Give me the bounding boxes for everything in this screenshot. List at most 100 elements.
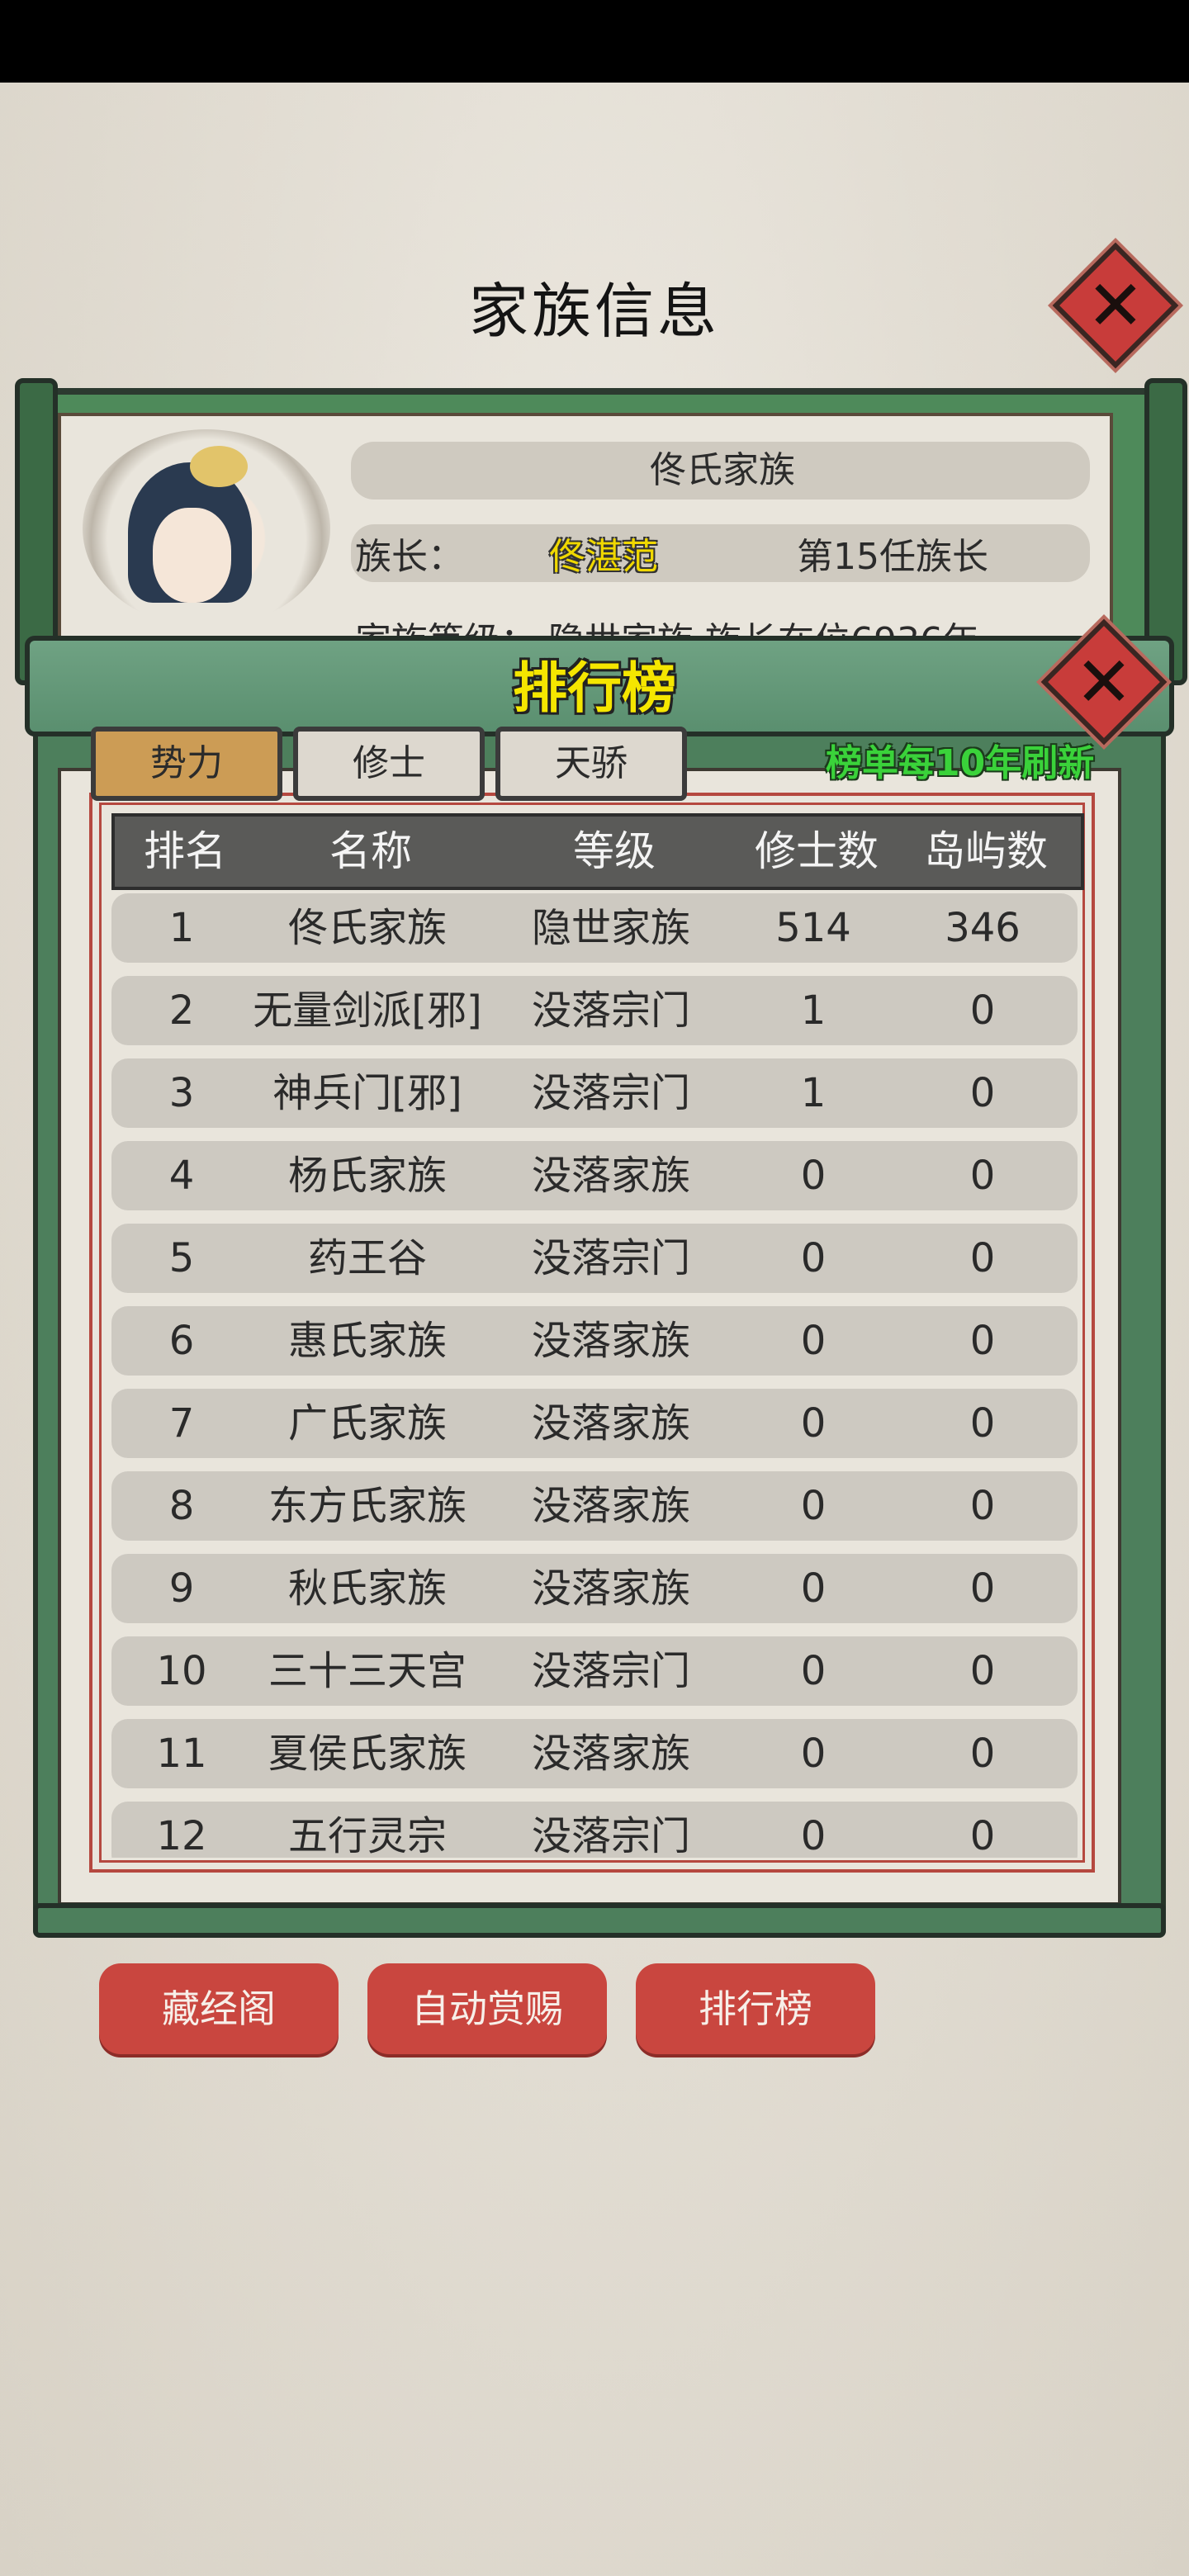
table-row[interactable]: 1 佟氏家族 隐世家族 514 346 xyxy=(111,893,1078,963)
cell-cultivators: 0 xyxy=(800,1648,827,1694)
cell-islands: 0 xyxy=(969,1153,996,1199)
cell-level: 没落家族 xyxy=(531,1318,690,1364)
cell-rank: 5 xyxy=(168,1235,195,1281)
cell-cultivators: 0 xyxy=(800,1813,827,1858)
cell-rank: 12 xyxy=(156,1813,207,1858)
table-row[interactable]: 4 杨氏家族 没落家族 0 0 xyxy=(111,1141,1078,1210)
table-row[interactable]: 5 药王谷 没落宗门 0 0 xyxy=(111,1224,1078,1293)
cell-cultivators: 0 xyxy=(800,1235,827,1281)
table-row[interactable]: 9 秋氏家族 没落家族 0 0 xyxy=(111,1554,1078,1623)
cell-cultivators: 0 xyxy=(800,1318,827,1364)
family-name: 佟氏家族 xyxy=(650,449,795,491)
leader-avatar xyxy=(83,429,330,627)
table-row[interactable]: 3 神兵门[邪] 没落宗门 1 0 xyxy=(111,1058,1078,1128)
avatar-face xyxy=(153,508,231,603)
cell-level: 没落家族 xyxy=(531,1153,690,1199)
column-header-cultivators: 修士数 xyxy=(755,827,879,875)
leader-rank: 第15任族长 xyxy=(797,536,988,578)
scroll-rod-bottom xyxy=(33,1903,1166,1938)
table-row[interactable]: 10 三十三天宫 没落宗门 0 0 xyxy=(111,1636,1078,1706)
table-row[interactable]: 2 无量剑派[邪] 没落宗门 1 0 xyxy=(111,976,1078,1045)
cell-rank: 4 xyxy=(168,1153,195,1199)
tab-prodigy[interactable]: 天骄 xyxy=(495,727,687,801)
cell-cultivators: 1 xyxy=(800,1070,827,1116)
cell-level: 没落宗门 xyxy=(531,1235,690,1281)
cell-islands: 0 xyxy=(969,1400,996,1447)
cell-name: 佟氏家族 xyxy=(287,905,447,951)
cell-name: 惠氏家族 xyxy=(287,1318,447,1364)
table-row[interactable]: 11 夏侯氏家族 没落家族 0 0 xyxy=(111,1719,1078,1788)
cell-cultivators: 0 xyxy=(800,1731,827,1777)
cell-name: 杨氏家族 xyxy=(287,1153,447,1199)
cell-islands: 346 xyxy=(945,905,1021,951)
cell-rank: 11 xyxy=(156,1731,207,1777)
cell-cultivators: 514 xyxy=(775,905,851,951)
ranking-button[interactable]: 排行榜 xyxy=(636,1963,875,2054)
close-icon: ✕ xyxy=(1086,265,1145,346)
leader-name: 佟湛范 xyxy=(549,536,658,578)
cell-level: 没落家族 xyxy=(531,1483,690,1529)
cell-rank: 9 xyxy=(168,1565,195,1612)
column-header-level: 等级 xyxy=(573,827,656,875)
cell-name: 广氏家族 xyxy=(287,1400,447,1447)
cell-cultivators: 1 xyxy=(800,987,827,1034)
cell-islands: 0 xyxy=(969,987,996,1034)
cell-cultivators: 0 xyxy=(800,1483,827,1529)
cell-name: 无量剑派[邪] xyxy=(253,987,482,1034)
cell-level: 没落家族 xyxy=(531,1565,690,1612)
table-row[interactable]: 8 东方氏家族 没落家族 0 0 xyxy=(111,1471,1078,1541)
cell-name: 药王谷 xyxy=(307,1235,427,1281)
cell-islands: 0 xyxy=(969,1565,996,1612)
page-title: 家族信息 xyxy=(468,277,720,346)
table-header: 排名 名称 等级 修士数 岛屿数 xyxy=(111,813,1084,890)
cell-islands: 0 xyxy=(969,1731,996,1777)
cell-rank: 3 xyxy=(168,1070,195,1116)
column-header-islands: 岛屿数 xyxy=(924,827,1048,875)
cell-islands: 0 xyxy=(969,1070,996,1116)
cell-rank: 1 xyxy=(168,905,195,951)
cell-rank: 2 xyxy=(168,987,195,1034)
cell-level: 隐世家族 xyxy=(531,905,690,951)
cell-rank: 8 xyxy=(168,1483,195,1529)
column-header-name: 名称 xyxy=(329,827,412,875)
cell-name: 东方氏家族 xyxy=(268,1483,467,1529)
ranking-list[interactable]: 1 佟氏家族 隐世家族 514 346 2 无量剑派[邪] 没落宗门 1 0 3… xyxy=(111,893,1078,1858)
cell-level: 没落家族 xyxy=(531,1731,690,1777)
table-row[interactable]: 7 广氏家族 没落家族 0 0 xyxy=(111,1389,1078,1458)
cell-rank: 7 xyxy=(168,1400,195,1447)
cell-cultivators: 0 xyxy=(800,1400,827,1447)
cell-name: 神兵门[邪] xyxy=(272,1070,462,1116)
table-row[interactable]: 12 五行灵宗 没落宗门 0 0 xyxy=(111,1802,1078,1858)
cell-level: 没落宗门 xyxy=(531,1648,690,1694)
column-header-rank: 排名 xyxy=(144,827,226,875)
cell-name: 五行灵宗 xyxy=(287,1813,447,1858)
cell-islands: 0 xyxy=(969,1813,996,1858)
table-row[interactable]: 6 惠氏家族 没落家族 0 0 xyxy=(111,1306,1078,1376)
cell-level: 没落家族 xyxy=(531,1400,690,1447)
cell-level: 没落宗门 xyxy=(531,1813,690,1858)
cell-islands: 0 xyxy=(969,1483,996,1529)
tab-cultivator[interactable]: 修士 xyxy=(293,727,485,801)
tab-power[interactable]: 势力 xyxy=(91,727,282,801)
cell-islands: 0 xyxy=(969,1648,996,1694)
cell-cultivators: 0 xyxy=(800,1565,827,1612)
family-close-button[interactable]: ✕ xyxy=(1052,242,1179,369)
cell-level: 没落宗门 xyxy=(531,1070,690,1116)
scripture-pavilion-button[interactable]: 藏经阁 xyxy=(99,1963,339,2054)
cell-rank: 10 xyxy=(156,1648,207,1694)
auto-reward-button[interactable]: 自动赏赐 xyxy=(367,1963,607,2054)
ranking-title: 排行榜 xyxy=(513,656,676,720)
refresh-note: 榜单每10年刷新 xyxy=(826,742,1095,784)
cell-islands: 0 xyxy=(969,1235,996,1281)
status-bar xyxy=(0,0,1189,83)
cell-name: 秋氏家族 xyxy=(287,1565,447,1612)
avatar-hair-ornament xyxy=(190,446,248,487)
leader-label: 族长： xyxy=(355,536,464,578)
close-icon: ✕ xyxy=(1074,642,1134,722)
cell-name: 三十三天宫 xyxy=(268,1648,467,1694)
cell-islands: 0 xyxy=(969,1318,996,1364)
cell-level: 没落宗门 xyxy=(531,987,690,1034)
cell-cultivators: 0 xyxy=(800,1153,827,1199)
cell-rank: 6 xyxy=(168,1318,195,1364)
cell-name: 夏侯氏家族 xyxy=(268,1731,467,1777)
